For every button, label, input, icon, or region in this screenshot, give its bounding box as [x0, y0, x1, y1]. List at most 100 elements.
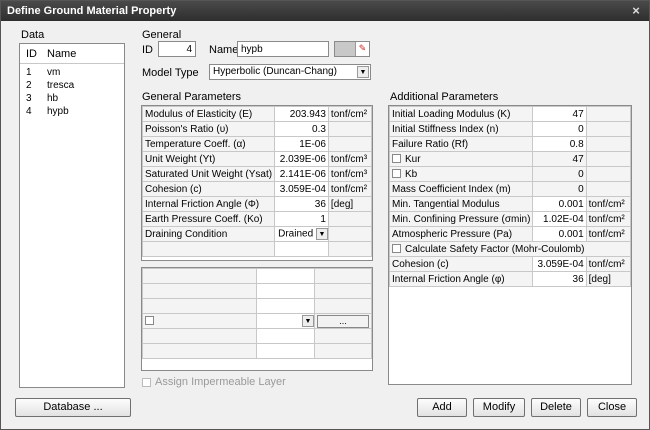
safety-factor-row: Calculate Safety Factor (Mohr-Coulomb) — [389, 241, 631, 257]
list-item[interactable]: 3 hb — [20, 92, 124, 105]
table-row: Internal Friction Angle (φ) 36 [deg] — [388, 271, 632, 287]
empty-cell — [142, 298, 257, 314]
list-item[interactable]: 1 vm — [20, 66, 124, 79]
param-value[interactable]: 3.059E-04 — [274, 181, 329, 197]
param-value[interactable]: 1.02E-04 — [532, 211, 587, 227]
layer-select[interactable]: ▼ — [255, 313, 316, 329]
param-name: Initial Loading Modulus (K) — [388, 106, 534, 122]
chevron-down-icon[interactable]: ▼ — [315, 228, 328, 240]
param-value[interactable]: 3.059E-04 — [532, 256, 587, 272]
empty-cell — [142, 268, 257, 284]
column-header-id[interactable]: ID — [20, 44, 42, 63]
empty-cell — [314, 283, 372, 299]
modify-button[interactable]: Modify — [473, 398, 525, 417]
empty-cell — [585, 181, 632, 197]
empty-cell — [314, 298, 372, 314]
kb-option[interactable]: Kb — [388, 166, 534, 182]
kb-checkbox[interactable] — [392, 169, 401, 179]
ellipsis-button[interactable]: ... — [317, 314, 369, 328]
empty-cell — [585, 121, 632, 137]
table-row: ▼... — [142, 313, 372, 329]
param-value[interactable]: 2.039E-06 — [274, 151, 329, 167]
model-type-select[interactable]: Hyperbolic (Duncan-Chang) ▼ — [209, 64, 371, 80]
kb-row: Kb 0 — [388, 166, 632, 182]
param-value[interactable]: 0.001 — [532, 226, 587, 242]
database-button[interactable]: Database ... — [15, 398, 131, 417]
param-value[interactable]: 36 — [532, 271, 587, 287]
empty-cell — [585, 151, 632, 167]
assign-impermeable-checkbox[interactable] — [142, 377, 151, 387]
model-type-value: Hyperbolic (Duncan-Chang) — [213, 66, 337, 77]
param-value[interactable]: 0.8 — [532, 136, 587, 152]
empty-cell — [142, 328, 257, 344]
table-row: Cohesion (c) 3.059E-04 tonf/cm² — [388, 256, 632, 272]
param-value[interactable]: 1E-06 — [274, 136, 329, 152]
param-name: Modulus of Elasticity (E) — [141, 106, 276, 122]
param-value[interactable]: 2.141E-06 — [274, 166, 329, 182]
chevron-down-icon[interactable]: ▼ — [302, 315, 314, 327]
empty-cell — [314, 328, 372, 344]
empty-cell — [141, 241, 276, 257]
close-button[interactable]: Close — [587, 398, 637, 417]
param-unit: tonf/cm² — [585, 211, 632, 227]
table-row — [142, 268, 372, 284]
table-row: Temperature Coeff. (α) 1E-06 — [141, 136, 373, 152]
name-field[interactable] — [237, 41, 329, 57]
param-value[interactable]: 0.3 — [274, 121, 329, 137]
param-value[interactable]: 0 — [532, 121, 587, 137]
chevron-down-icon[interactable]: ▼ — [357, 66, 369, 78]
material-list[interactable]: ID Name 1 vm 2 tresca 3 hb 4 hypb — [19, 43, 125, 388]
assign-impermeable-label: Assign Impermeable Layer — [155, 376, 286, 388]
additional-parameters-grid: Initial Loading Modulus (K) 47 Initial St… — [388, 105, 632, 385]
table-row: Atmospheric Pressure (Pa) 0.001 tonf/cm² — [388, 226, 632, 242]
empty-cell — [585, 166, 632, 182]
id-field[interactable] — [158, 41, 196, 57]
layer-row-checkbox-cell — [142, 313, 257, 329]
color-picker-icon[interactable]: ✎ — [355, 42, 369, 56]
list-item[interactable]: 2 tresca — [20, 79, 124, 92]
empty-cell — [255, 328, 316, 344]
safety-factor-label: Calculate Safety Factor (Mohr-Coulomb) — [405, 243, 585, 255]
empty-cell — [314, 343, 372, 359]
param-value[interactable]: 36 — [274, 196, 329, 212]
param-name: Unit Weight (Yt) — [141, 151, 276, 167]
table-row: Initial Loading Modulus (K) 47 — [388, 106, 632, 122]
general-parameters-label: General Parameters — [142, 91, 242, 103]
list-header: ID Name — [20, 44, 124, 64]
param-name: Internal Friction Angle (φ) — [388, 271, 534, 287]
param-value: 47 — [532, 151, 587, 167]
safety-factor-checkbox[interactable] — [392, 244, 401, 254]
draining-condition-value: Drained — [278, 228, 314, 240]
table-row: Mass Coefficient Index (m) 0 — [388, 181, 632, 197]
safety-factor-option[interactable]: Calculate Safety Factor (Mohr-Coulomb) — [389, 241, 631, 257]
close-icon[interactable]: × — [629, 1, 643, 21]
layer-checkbox[interactable] — [145, 316, 154, 326]
list-item-name: tresca — [47, 80, 75, 91]
param-name: Cohesion (c) — [388, 256, 534, 272]
table-row — [142, 328, 372, 344]
color-picker[interactable]: ✎ — [334, 41, 370, 57]
table-row — [142, 343, 372, 359]
param-value: 0 — [532, 181, 587, 197]
table-row: Saturated Unit Weight (Ysat) 2.141E-06 ton… — [141, 166, 373, 182]
delete-button[interactable]: Delete — [531, 398, 581, 417]
list-item[interactable]: 4 hypb — [20, 105, 124, 118]
param-name: Min. Tangential Modulus — [388, 196, 534, 212]
model-type-label: Model Type — [142, 67, 199, 79]
param-value[interactable]: 1 — [274, 211, 329, 227]
empty-cell — [142, 343, 257, 359]
param-value[interactable]: 47 — [532, 106, 587, 122]
param-unit: [deg] — [585, 271, 632, 287]
table-row — [142, 283, 372, 299]
assign-impermeable-option[interactable]: Assign Impermeable Layer — [142, 376, 286, 388]
add-button[interactable]: Add — [417, 398, 467, 417]
kur-option[interactable]: Kur — [388, 151, 534, 167]
param-value[interactable]: 203.943 — [274, 106, 329, 122]
kur-checkbox[interactable] — [392, 154, 401, 164]
param-value[interactable]: 0.001 — [532, 196, 587, 212]
column-header-name[interactable]: Name — [42, 44, 112, 63]
draining-condition-label: Draining Condition — [141, 226, 276, 242]
list-item-id: 2 — [26, 80, 32, 91]
draining-condition-select[interactable]: Drained ▼ — [274, 226, 329, 242]
empty-cell — [327, 241, 373, 257]
